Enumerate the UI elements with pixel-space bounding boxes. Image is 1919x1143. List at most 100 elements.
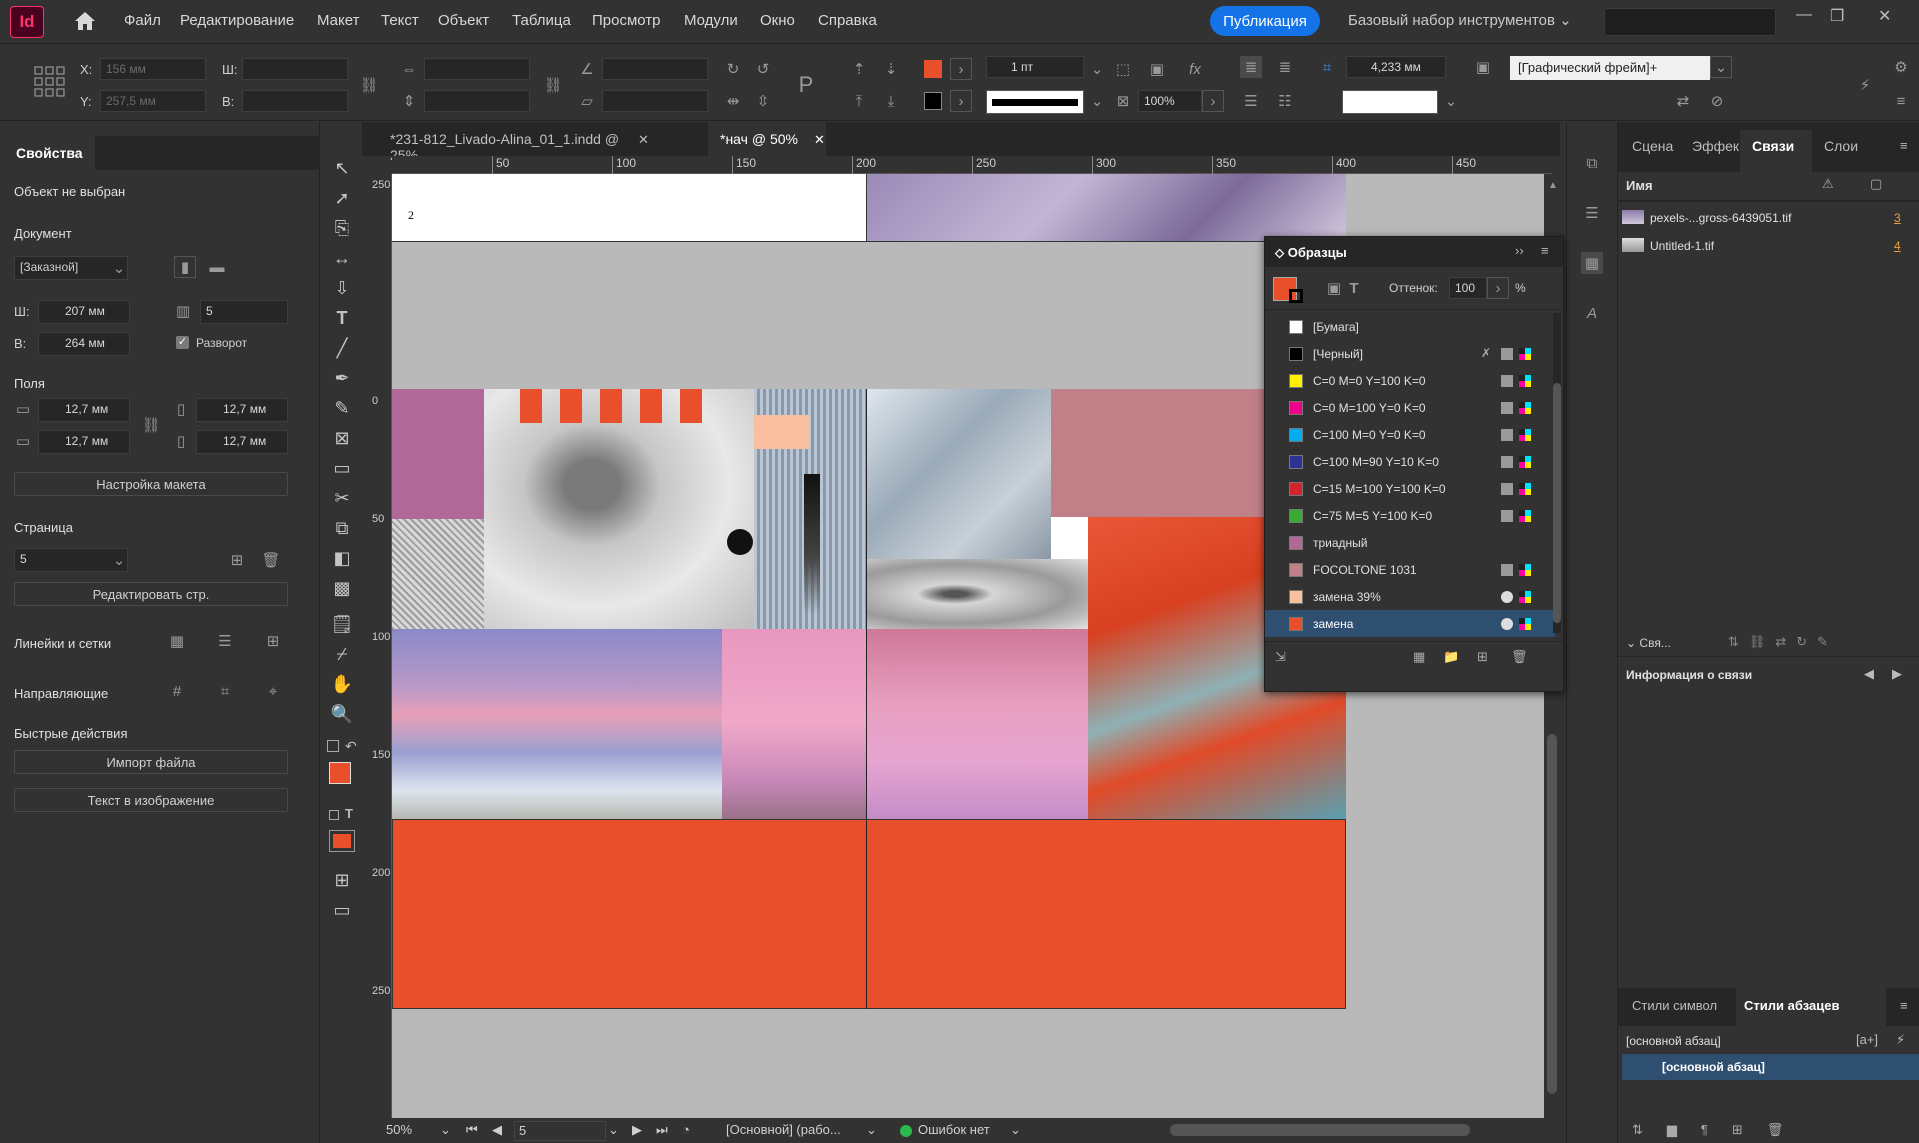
horizontal-scroll-thumb[interactable] <box>1170 1124 1470 1136</box>
delete-swatch-icon[interactable]: 🗑 <box>1511 649 1528 665</box>
stroke-swatch[interactable] <box>924 92 942 110</box>
prev-page-icon[interactable]: ◀ <box>492 1122 502 1138</box>
warning-icon[interactable]: ⚠ <box>1822 176 1834 192</box>
close-tab-2-icon[interactable]: ✕ <box>814 132 825 148</box>
doc-width-field[interactable]: 207 мм <box>38 300 130 324</box>
workspace-switcher[interactable]: Базовый набор инструментов ⌄ <box>1348 11 1572 29</box>
rotate-field[interactable] <box>602 58 708 80</box>
tab-layers[interactable]: Слои <box>1824 138 1858 154</box>
menu-lines-icon[interactable]: ≡ <box>1890 90 1912 112</box>
x-field[interactable]: 156 мм <box>100 58 206 80</box>
select-prev-icon[interactable]: ⤒ <box>848 90 870 112</box>
menu-help[interactable]: Справка <box>818 12 877 29</box>
rose-block[interactable] <box>1051 389 1267 517</box>
pages-panel-icon[interactable]: ⧉ <box>1581 152 1603 174</box>
snow-photo-top[interactable] <box>866 174 1346 242</box>
swatch-green[interactable]: C=75 M=5 Y=100 K=0 <box>1265 502 1555 529</box>
doc-tab-2[interactable]: *нач @ 50% <box>708 122 826 156</box>
tab-paragraph-styles[interactable]: Стили абзацев <box>1744 998 1839 1013</box>
distribute-v-icon[interactable]: ☷ <box>1274 90 1296 112</box>
tab-character-styles[interactable]: Стили символ <box>1632 998 1717 1013</box>
pink-forest-photo[interactable] <box>722 629 866 819</box>
pink-block[interactable] <box>392 389 484 519</box>
clear-overrides-icon[interactable]: ⇄ <box>1672 90 1694 112</box>
tab-scene[interactable]: Сцена <box>1632 138 1673 154</box>
pen-tool-icon[interactable]: ✒ <box>330 366 354 390</box>
page-field[interactable]: 5 <box>514 1121 606 1141</box>
scissors-tool-icon[interactable]: ✂ <box>330 486 354 510</box>
swatches-menu-icon[interactable]: ≡ <box>1541 243 1549 258</box>
pages-field[interactable]: 5 <box>200 300 288 324</box>
swatch-focoltone[interactable]: FOCOLTONE 1031 <box>1265 556 1555 583</box>
peach-block[interactable] <box>754 415 810 449</box>
rotate-cw-icon[interactable]: ↻ <box>722 58 744 80</box>
errors-chevron-icon[interactable]: ⌄ <box>1010 1122 1021 1138</box>
quick-apply-icon[interactable]: ⚡ <box>1896 1032 1905 1048</box>
close-tab-1-icon[interactable]: ✕ <box>638 132 649 148</box>
frame-style-chevron-icon[interactable]: ⌄ <box>1710 56 1732 78</box>
constrain-scale-icon[interactable]: ⛓ <box>542 74 564 96</box>
stroke-weight-field[interactable]: 1 пт <box>986 56 1084 78</box>
frame-style-icon[interactable]: ▣ <box>1472 56 1494 78</box>
menu-edit[interactable]: Редактирование <box>180 12 294 29</box>
rotate-ccw-icon[interactable]: ↺ <box>752 58 774 80</box>
preset-chevron-icon[interactable]: ⌄ <box>108 257 130 279</box>
opacity-menu-icon[interactable]: › <box>1202 90 1224 112</box>
swatch-magenta[interactable]: C=0 M=100 Y=0 K=0 <box>1265 394 1555 421</box>
margin-right-field[interactable]: 12,7 мм <box>196 430 288 454</box>
zoom-tool-icon[interactable]: 🔍 <box>330 702 354 726</box>
stroke-menu-icon[interactable]: › <box>950 90 972 112</box>
select-content-icon[interactable]: ⇣ <box>880 58 902 80</box>
page-chevron-icon[interactable]: ⌄ <box>608 1122 619 1138</box>
corner-icon[interactable]: ⬚ <box>1112 58 1134 80</box>
guides-icon[interactable]: # <box>166 680 188 702</box>
reference-point-icon[interactable] <box>34 66 66 98</box>
delete-page-icon[interactable]: 🗑 <box>260 549 282 571</box>
pink-sky-photo[interactable] <box>866 629 1088 819</box>
frame-style-dropdown[interactable]: [Графический фрейм]+ <box>1510 56 1710 80</box>
swatch-replace[interactable]: замена <box>1265 610 1555 637</box>
swatch-red[interactable]: C=15 M=100 Y=100 K=0 <box>1265 475 1555 502</box>
baseline-grid-icon[interactable]: ☰ <box>214 630 236 652</box>
smart-guides-icon[interactable]: ⌗ <box>214 680 236 702</box>
text-mode-icon[interactable]: T <box>1343 277 1365 299</box>
link-item[interactable]: Untitled-1.tif 4 <box>1622 234 1912 258</box>
stroke-swatch-large[interactable] <box>1289 289 1303 303</box>
fill-preview-field[interactable] <box>1342 90 1438 114</box>
fill-preview-dropdown-icon[interactable]: ⌄ <box>1440 90 1462 112</box>
shear-field[interactable] <box>602 90 708 112</box>
gap-tool-icon[interactable]: ↔ <box>330 246 354 270</box>
content-collector-icon[interactable]: ⇩ <box>330 276 354 300</box>
lightning-icon[interactable]: ⚡ <box>1854 74 1876 96</box>
rectangle-frame-tool-icon[interactable]: ⊠ <box>330 426 354 450</box>
fill-menu-icon[interactable]: › <box>950 58 972 80</box>
shadow-icon[interactable]: ▣ <box>1146 58 1168 80</box>
swatch-triadic[interactable]: триадный <box>1265 529 1555 556</box>
direct-selection-tool-icon[interactable]: ➚ <box>330 186 354 210</box>
links-section-toggle[interactable]: ⌄ Свя... <box>1626 636 1671 650</box>
styles-footer-icons[interactable]: ⇅▆¶⊞🗑 <box>1632 1122 1807 1138</box>
home-icon[interactable] <box>73 10 97 32</box>
page-tool-icon[interactable]: ⎘ <box>330 216 354 240</box>
search-input[interactable] <box>1604 8 1776 36</box>
link-page[interactable]: 3 <box>1894 211 1901 225</box>
ruler-icon[interactable]: ▦ <box>166 630 188 652</box>
document-grid-icon[interactable]: ⊞ <box>262 630 284 652</box>
next-link-icon[interactable]: ▶ <box>1892 666 1902 682</box>
line-tool-icon[interactable]: ╱ <box>330 336 354 360</box>
zoom-chevron-icon[interactable]: ⌄ <box>440 1122 451 1138</box>
new-style-icon[interactable]: [a+] <box>1856 1032 1878 1047</box>
fill-color-box[interactable] <box>329 762 351 784</box>
scale-y-icon[interactable]: ⇕ <box>398 90 420 112</box>
margin-left-field[interactable]: 12,7 мм <box>196 398 288 422</box>
screen-mode-icon[interactable]: ▭ <box>330 898 354 922</box>
distribute-icon[interactable]: ☰ <box>1240 90 1262 112</box>
stroke-type-dropdown-icon[interactable]: ⌄ <box>1086 90 1108 112</box>
collapse-panel-icon[interactable]: ›› <box>1515 243 1524 258</box>
import-file-button[interactable]: Импорт файла <box>14 750 288 774</box>
character-styles-icon[interactable]: A <box>1581 302 1603 324</box>
zoom-field[interactable]: 50% <box>386 1122 412 1137</box>
page-chevron-icon[interactable]: ⌄ <box>108 549 130 571</box>
restore-icon[interactable]: ❐ <box>1830 6 1844 26</box>
portrait-icon[interactable]: ▮ <box>174 256 196 278</box>
